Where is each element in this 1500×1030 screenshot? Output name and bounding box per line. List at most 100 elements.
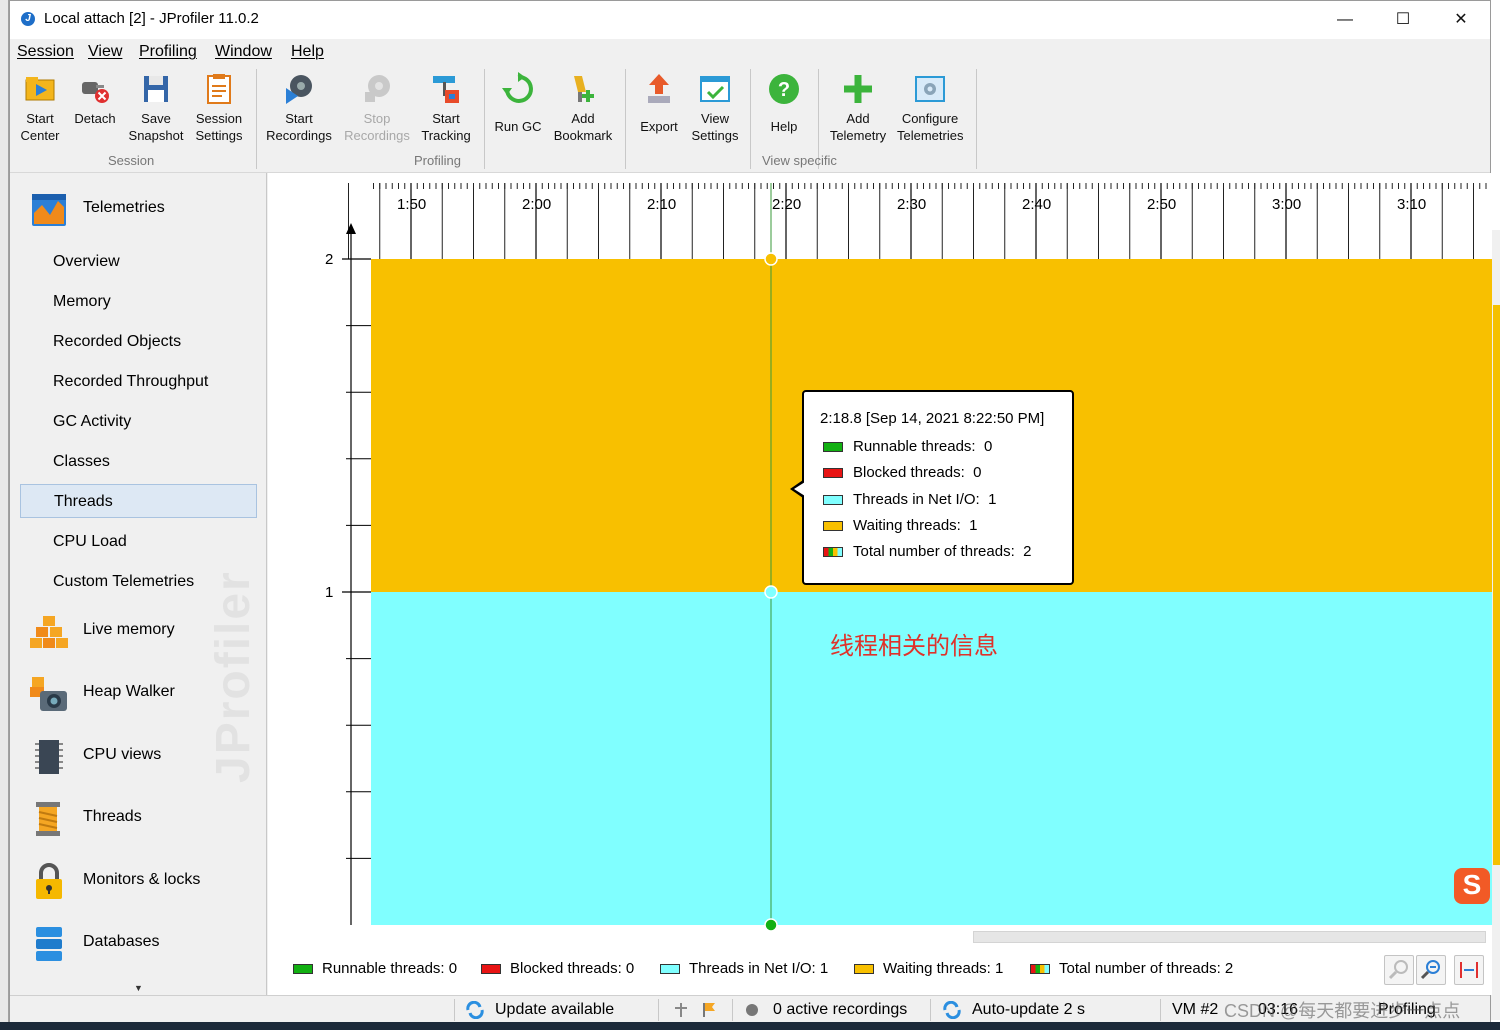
sidebar-item-threads[interactable]: Threads bbox=[20, 484, 257, 518]
status-separator bbox=[732, 999, 733, 1021]
sidebar-item-recorded-objects[interactable]: Recorded Objects bbox=[20, 325, 257, 359]
sidebar-item-cpu-load[interactable]: CPU Load bbox=[20, 525, 257, 559]
sidebar-item-overview[interactable]: Overview bbox=[20, 245, 257, 279]
jprofiler-watermark: JProfiler bbox=[207, 570, 260, 783]
toolbar-group-session: Session bbox=[108, 153, 155, 168]
status-separator bbox=[930, 999, 931, 1021]
stop-recordings-icon bbox=[365, 75, 390, 102]
save-snapshot-button[interactable]: Save Snapshot bbox=[123, 69, 189, 147]
window-title: Local attach [2] - JProfiler 11.0.2 bbox=[44, 10, 259, 27]
update-available-link[interactable]: Update available bbox=[495, 1001, 614, 1019]
sidebar-item-label: CPU Load bbox=[53, 533, 127, 550]
sidebar-section-threads[interactable]: Threads bbox=[10, 790, 266, 846]
add-telemetry-button[interactable]: Add Telemetry bbox=[825, 69, 891, 147]
menu-profiling[interactable]: Profiling bbox=[139, 43, 197, 61]
start-recordings-button[interactable]: Start Recordings bbox=[266, 69, 332, 147]
auto-update-status[interactable]: Auto-update 2 s bbox=[972, 1001, 1085, 1019]
sidebar-section-telemetries[interactable]: Telemetries bbox=[10, 181, 266, 237]
close-button[interactable]: ✕ bbox=[1432, 1, 1490, 39]
minimize-button[interactable]: — bbox=[1316, 1, 1374, 39]
start-center-icon bbox=[25, 77, 55, 101]
legend-item: Total number of threads: 2 bbox=[1030, 960, 1233, 977]
sidebar-scroll-down-icon[interactable]: ▼ bbox=[134, 983, 143, 993]
time-tick-label: 2:50 bbox=[1147, 196, 1176, 213]
annotation-text: 线程相关的信息 bbox=[830, 633, 998, 660]
time-tick-label: 2:20 bbox=[772, 196, 801, 213]
legend-item: Runnable threads: 0 bbox=[293, 960, 457, 977]
sidebar-item-label: Threads bbox=[54, 493, 113, 510]
auto-update-icon bbox=[943, 1001, 961, 1019]
time-tick-label: 2:00 bbox=[522, 196, 551, 213]
databases-icon bbox=[36, 927, 62, 961]
maximize-button[interactable]: ☐ bbox=[1374, 1, 1432, 39]
zoom-in-icon bbox=[1388, 960, 1408, 980]
toolbar-separator bbox=[976, 69, 977, 169]
background-window-edge bbox=[0, 0, 9, 1030]
threads-telemetry-view: 1:50 2:00 2:10 2:20 2:30 2:40 2:50 3:00 3:10 1 2 2… bbox=[268, 173, 1492, 995]
sidebar: Telemetries Overview Memory Recorded Objec… bbox=[10, 173, 267, 995]
sidebar-section-databases[interactable]: Databases bbox=[10, 915, 266, 971]
y-tick-label: 2 bbox=[325, 251, 333, 268]
fit-to-window-button[interactable] bbox=[1454, 955, 1484, 985]
svg-text:?: ? bbox=[778, 79, 790, 101]
session-settings-icon bbox=[207, 74, 231, 104]
sidebar-item-classes[interactable]: Classes bbox=[20, 445, 257, 479]
y-tick-label: 1 bbox=[325, 584, 333, 601]
chart-tooltip: 2:18.8 [Sep 14, 2021 8:22:50 PM] Runnabl… bbox=[790, 390, 1074, 585]
detach-button[interactable]: Detach bbox=[62, 69, 128, 147]
sidebar-item-label: Recorded Objects bbox=[53, 333, 182, 350]
live-memory-icon bbox=[30, 616, 68, 648]
time-tick-label: 2:40 bbox=[1022, 196, 1051, 213]
sidebar-section-monitors-locks[interactable]: Monitors & locks bbox=[10, 853, 266, 909]
sidebar-item-gc-activity[interactable]: GC Activity bbox=[20, 405, 257, 439]
chart-legend: Runnable threads: 0 Blocked threads: 0 Thr… bbox=[268, 948, 1492, 988]
sogou-ime-icon[interactable]: S bbox=[1454, 868, 1490, 904]
monitors-locks-icon bbox=[36, 863, 62, 899]
legend-label: Total number of threads: 2 bbox=[1059, 960, 1234, 977]
sidebar-item-memory[interactable]: Memory bbox=[20, 285, 257, 319]
tooltip-row: Threads in Net I/O: 1 bbox=[820, 491, 1072, 517]
time-tick-label: 2:30 bbox=[897, 196, 926, 213]
recording-status-icon bbox=[746, 1004, 758, 1016]
session-settings-button[interactable]: Session Settings bbox=[186, 69, 252, 147]
toolbar-group-profiling: Profiling bbox=[414, 153, 461, 168]
cursor-point-runnable bbox=[764, 918, 778, 932]
horizontal-scrollbar[interactable] bbox=[973, 931, 1486, 943]
sidebar-item-label: Custom Telemetries bbox=[53, 573, 195, 590]
tooltip-row-value: 1 bbox=[969, 516, 978, 534]
sidebar-item-label: Recorded Throughput bbox=[53, 373, 209, 390]
zoom-in-button[interactable] bbox=[1384, 955, 1414, 985]
legend-item: Blocked threads: 0 bbox=[481, 960, 634, 977]
run-gc-button[interactable]: Run GC bbox=[485, 69, 551, 147]
flag-icon[interactable] bbox=[700, 1001, 718, 1019]
zoom-out-button[interactable] bbox=[1416, 955, 1446, 985]
menu-help[interactable]: Help bbox=[291, 43, 324, 61]
time-tick-label: 3:00 bbox=[1272, 196, 1301, 213]
menu-bar: Session View Profiling Window Help bbox=[10, 39, 1490, 65]
start-tracking-button[interactable]: Start Tracking bbox=[413, 69, 479, 147]
add-bookmark-button[interactable]: Add Bookmark bbox=[550, 69, 616, 147]
start-tracking-icon bbox=[433, 76, 459, 103]
menu-view[interactable]: View bbox=[88, 43, 122, 61]
threads-icon bbox=[36, 802, 60, 836]
help-button[interactable]: ? Help bbox=[751, 69, 817, 147]
tooltip-row-value: 1 bbox=[988, 490, 997, 508]
time-tick-label: 3:10 bbox=[1397, 196, 1426, 213]
sidebar-item-label: Memory bbox=[53, 293, 111, 310]
menu-window[interactable]: Window bbox=[215, 43, 272, 61]
menu-session[interactable]: Session bbox=[17, 43, 74, 61]
jprofiler-window: J Local attach [2] - JProfiler 11.0.2 — … bbox=[9, 0, 1492, 1023]
legend-label: Runnable threads: 0 bbox=[322, 960, 458, 977]
screen: J Local attach [2] - JProfiler 11.0.2 — … bbox=[0, 0, 1500, 1030]
configure-telemetries-icon bbox=[915, 76, 945, 102]
sidebar-item-recorded-throughput[interactable]: Recorded Throughput bbox=[20, 365, 257, 399]
pin-icon[interactable] bbox=[672, 1001, 690, 1019]
save-icon bbox=[144, 76, 168, 102]
tooltip-row: Runnable threads: 0 bbox=[820, 438, 1072, 464]
view-settings-button[interactable]: View Settings bbox=[682, 69, 748, 147]
tooltip-row-value: 0 bbox=[973, 464, 982, 482]
time-tick-label: 1:50 bbox=[397, 196, 426, 213]
tooltip-row-label: Runnable threads: bbox=[853, 438, 976, 455]
stop-recordings-button[interactable]: Stop Recordings bbox=[344, 69, 410, 147]
configure-telemetries-button[interactable]: Configure Telemetries bbox=[897, 69, 963, 147]
